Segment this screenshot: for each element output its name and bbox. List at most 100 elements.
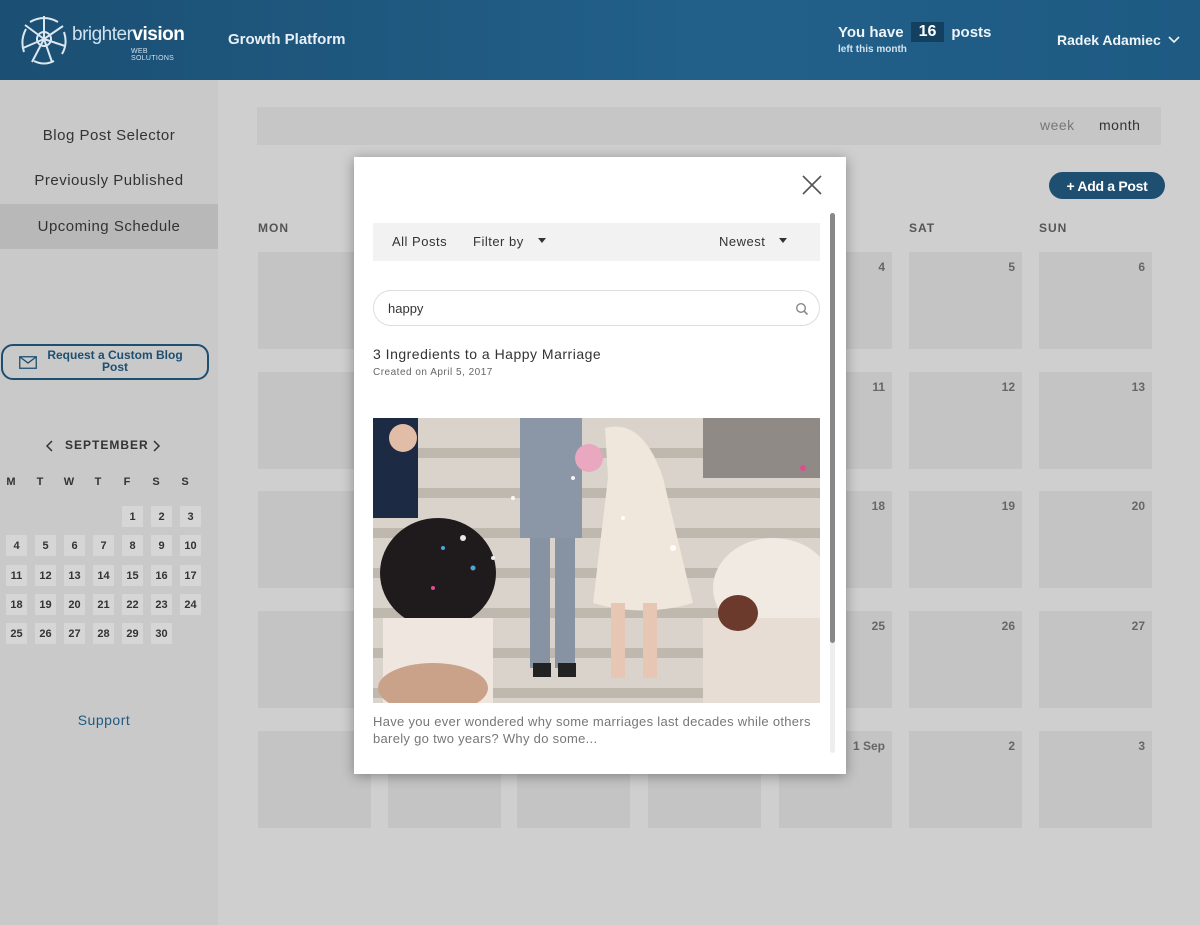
mini-dow: T xyxy=(94,476,102,488)
mini-dow: T xyxy=(36,476,44,488)
mini-day[interactable]: 18 xyxy=(6,594,27,615)
mini-day[interactable]: 5 xyxy=(35,535,56,556)
filter-bar: All Posts Filter by Newest xyxy=(373,223,820,261)
logo-subtitle: WEB SOLUTIONS xyxy=(131,48,175,62)
posts-remaining: You have 16 posts left this month xyxy=(838,22,991,55)
mini-day[interactable]: 23 xyxy=(151,594,172,615)
mini-day[interactable]: 8 xyxy=(122,535,143,556)
mini-day[interactable]: 9 xyxy=(151,535,172,556)
post-image-wedding[interactable] xyxy=(373,418,820,703)
calendar-day-number: 12 xyxy=(1001,380,1015,394)
brightervision-logo[interactable]: brightervision WEB SOLUTIONS xyxy=(18,12,185,66)
calendar-day-number: 19 xyxy=(1001,499,1015,513)
mini-day[interactable]: 24 xyxy=(180,594,201,615)
filter-by-dropdown[interactable]: Filter by xyxy=(473,234,524,249)
mini-day[interactable]: 13 xyxy=(64,565,85,586)
mini-day[interactable]: 20 xyxy=(64,594,85,615)
calendar-day-cell[interactable]: 5 xyxy=(909,252,1022,349)
calendar-day-number: 6 xyxy=(1138,260,1145,274)
sort-dropdown[interactable]: Newest xyxy=(719,234,765,249)
logo-mark-icon xyxy=(21,16,67,65)
post-title[interactable]: 3 Ingredients to a Happy Marriage xyxy=(373,346,601,362)
sidebar-item-upcoming-schedule[interactable]: Upcoming Schedule xyxy=(0,204,218,249)
blog-post-picker-modal: All Posts Filter by Newest happy 3 Ingre… xyxy=(354,157,846,774)
logo-wordmark: brightervision xyxy=(72,24,185,46)
view-week-toggle[interactable]: week xyxy=(1040,117,1075,133)
mini-day[interactable]: 27 xyxy=(64,623,85,644)
calendar-day-number: 25 xyxy=(871,619,885,633)
modal-scrollbar-thumb[interactable] xyxy=(830,213,835,643)
calendar-day-cell[interactable]: 26 xyxy=(909,611,1022,708)
request-custom-post-button[interactable]: Request a Custom Blog Post xyxy=(1,344,209,380)
mini-day[interactable]: 10 xyxy=(180,535,201,556)
mini-calendar-header: SEPTEMBER xyxy=(0,436,210,456)
calendar-day-number: 11 xyxy=(872,380,885,394)
mini-day[interactable]: 2 xyxy=(151,506,172,527)
mini-day[interactable]: 14 xyxy=(93,565,114,586)
calendar-day-number: 13 xyxy=(1131,380,1145,394)
mini-day[interactable]: 30 xyxy=(151,623,172,644)
mini-day[interactable]: 7 xyxy=(93,535,114,556)
calendar-day-cell[interactable]: 6 xyxy=(1039,252,1152,349)
calendar-day-number: 2 xyxy=(1008,739,1015,753)
calendar-dow-header: SUN xyxy=(1039,221,1068,235)
calendar-day-number: 1 Sep xyxy=(852,739,885,753)
sidebar: Blog Post Selector Previously Published … xyxy=(0,80,218,925)
caret-down-icon[interactable] xyxy=(779,238,787,244)
mini-day[interactable]: 19 xyxy=(35,594,56,615)
mini-day[interactable]: 26 xyxy=(35,623,56,644)
mini-day[interactable]: 11 xyxy=(6,565,27,586)
mini-day[interactable]: 12 xyxy=(35,565,56,586)
calendar-day-cell[interactable]: 13 xyxy=(1039,372,1152,469)
mini-day[interactable]: 22 xyxy=(122,594,143,615)
mini-day[interactable]: 4 xyxy=(6,535,27,556)
close-icon[interactable] xyxy=(801,174,823,196)
mini-dow: S xyxy=(152,476,160,488)
add-post-button[interactable]: + Add a Post xyxy=(1049,172,1165,199)
calendar-day-cell[interactable]: 2 xyxy=(909,731,1022,828)
mini-day[interactable]: 28 xyxy=(93,623,114,644)
post-created-date: Created on April 5, 2017 xyxy=(373,367,493,378)
mini-day[interactable]: 17 xyxy=(180,565,201,586)
calendar-dow-header: MON xyxy=(258,221,289,235)
mini-dow: M xyxy=(6,476,16,488)
mini-day[interactable]: 3 xyxy=(180,506,201,527)
chevron-left-icon[interactable] xyxy=(45,440,55,452)
posts-prefix: You have xyxy=(838,23,904,41)
search-icon[interactable] xyxy=(795,302,809,316)
calendar-day-cell[interactable]: 3 xyxy=(1039,731,1152,828)
calendar-day-number: 26 xyxy=(1001,619,1015,633)
sidebar-item-blog-post-selector[interactable]: Blog Post Selector xyxy=(0,113,218,158)
calendar-day-cell[interactable]: 27 xyxy=(1039,611,1152,708)
support-link[interactable]: Support xyxy=(0,712,208,728)
mini-day[interactable]: 21 xyxy=(93,594,114,615)
mini-calendar-month: SEPTEMBER xyxy=(65,438,149,452)
calendar-view-bar xyxy=(257,107,1161,145)
chevron-right-icon[interactable] xyxy=(151,440,161,452)
sidebar-item-previously-published[interactable]: Previously Published xyxy=(0,158,218,203)
mini-dow: S xyxy=(181,476,189,488)
posts-suffix: posts xyxy=(951,23,992,41)
mini-day[interactable]: 1 xyxy=(122,506,143,527)
mini-dow: F xyxy=(123,476,131,488)
search-input[interactable]: happy xyxy=(373,290,820,326)
all-posts-tab[interactable]: All Posts xyxy=(392,234,447,249)
calendar-day-cell[interactable]: 12 xyxy=(909,372,1022,469)
app-header: brightervision WEB SOLUTIONS Growth Plat… xyxy=(0,0,1200,80)
calendar-day-cell[interactable]: 20 xyxy=(1039,491,1152,588)
wedding-photo-illustration xyxy=(373,418,820,703)
caret-down-icon[interactable] xyxy=(538,238,546,244)
platform-title: Growth Platform xyxy=(228,31,346,48)
mini-day[interactable]: 25 xyxy=(6,623,27,644)
user-menu[interactable]: Radek Adamiec xyxy=(1057,32,1161,48)
calendar-day-cell[interactable]: 19 xyxy=(909,491,1022,588)
mini-dow: W xyxy=(63,476,75,488)
view-month-toggle[interactable]: month xyxy=(1099,117,1140,133)
mini-day[interactable]: 29 xyxy=(122,623,143,644)
mini-day[interactable]: 6 xyxy=(64,535,85,556)
calendar-day-number: 18 xyxy=(871,499,885,513)
chevron-down-icon[interactable] xyxy=(1168,34,1180,46)
mini-day[interactable]: 16 xyxy=(151,565,172,586)
mini-day[interactable]: 15 xyxy=(122,565,143,586)
posts-count-badge: 16 xyxy=(910,22,945,42)
